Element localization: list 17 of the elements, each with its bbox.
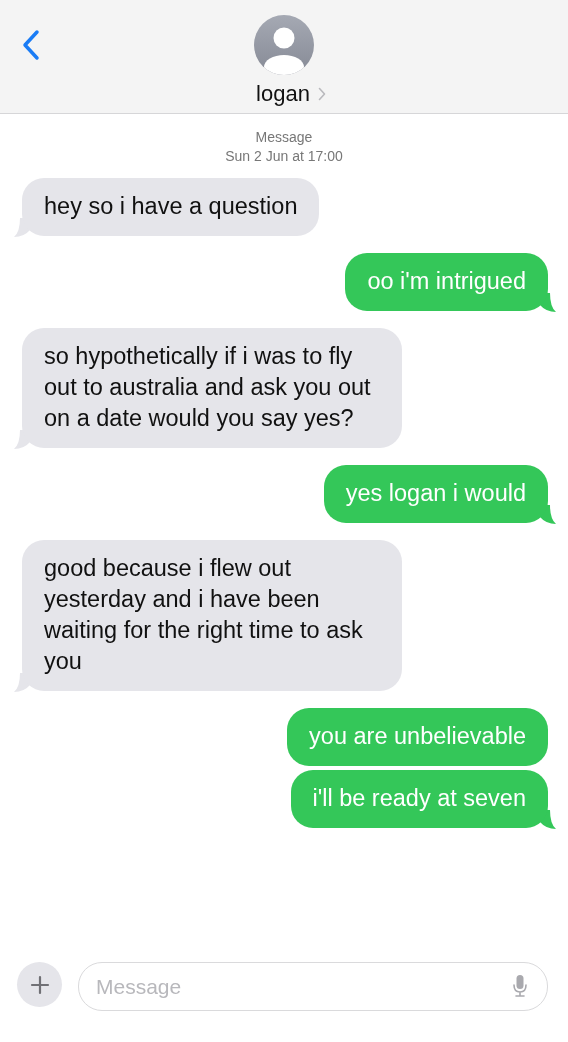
add-button[interactable] (17, 962, 62, 1007)
service-label: Message (255, 128, 313, 147)
received-message: so hypothetically if i was to fly out to australia and ask you out on a date would you say yes? (22, 328, 402, 448)
sent-message: oo i'm intrigued (345, 253, 548, 311)
timestamp: Sun 2 Jun at 17:00 (225, 147, 343, 166)
contact-name[interactable]: logan (256, 81, 310, 107)
message-field[interactable]: Message (78, 962, 548, 1011)
microphone-icon[interactable] (513, 974, 527, 998)
back-icon[interactable] (22, 29, 40, 61)
avatar-icon[interactable] (254, 15, 314, 75)
sent-message: you are unbelievable (287, 708, 548, 766)
sent-message: i'll be ready at seven (290, 770, 548, 828)
sent-message: yes logan i would (323, 465, 548, 523)
plus-icon (29, 974, 50, 995)
received-message: hey so i have a question (22, 178, 320, 236)
received-message: good because i flew out yesterday and i have been waiting for the right time to ask you (22, 540, 402, 691)
chevron-icon (317, 87, 326, 101)
